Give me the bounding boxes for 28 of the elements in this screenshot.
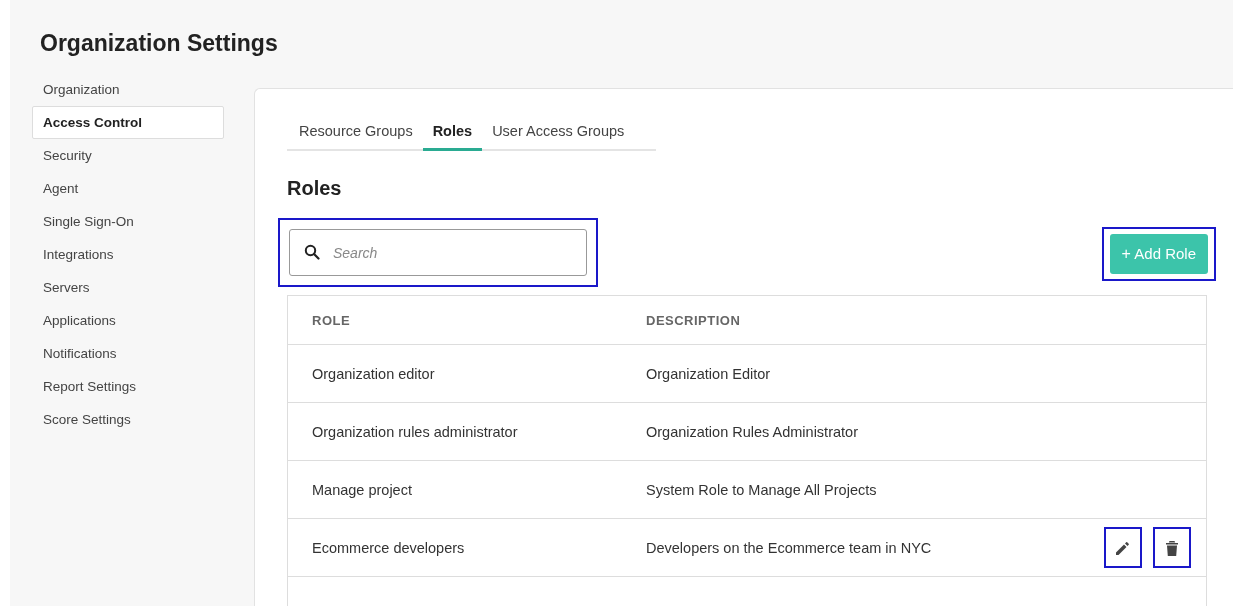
sidebar-item[interactable]: Notifications	[32, 337, 224, 370]
table-cell-text: System Role to Manage All Projects	[645, 481, 878, 498]
sidebar-item[interactable]: Single Sign-On	[32, 205, 224, 238]
tab[interactable]: User Access Groups	[482, 113, 635, 151]
table-cell-text: Organization rules administrator	[311, 423, 519, 440]
search-field[interactable]: Search	[289, 229, 587, 276]
page-title: Organization Settings	[39, 29, 279, 58]
tab[interactable]: Resource Groups	[287, 113, 423, 151]
sidebar-item[interactable]: Report Settings	[32, 370, 224, 403]
sidebar-item[interactable]: Score Settings	[32, 403, 224, 436]
sidebar-item[interactable]: Organization	[32, 73, 224, 106]
table-cell-text: Organization Rules Administrator	[645, 423, 859, 440]
section-title: Roles	[287, 177, 343, 200]
sidebar-item[interactable]: Servers	[32, 271, 224, 304]
sidebar-item[interactable]: Access Control	[32, 106, 224, 139]
table-cell-text: Developers on the Ecommerce team in NYC	[645, 539, 933, 556]
column-header: ROLE	[311, 312, 352, 328]
table-cell-text: Ecommerce developers	[311, 539, 466, 556]
table-cell-text: Organization Editor	[645, 365, 772, 382]
sidebar-item[interactable]: Applications	[32, 304, 224, 337]
column-header: DESCRIPTION	[645, 312, 742, 328]
table-cell-text: Manage project	[311, 481, 413, 498]
sidebar-item[interactable]: Agent	[32, 172, 224, 205]
sidebar-item[interactable]: Security	[32, 139, 224, 172]
sidebar-item[interactable]: Integrations	[32, 238, 224, 271]
table-cell-text: Organization editor	[311, 365, 436, 382]
tab[interactable]: Roles	[422, 113, 483, 151]
trash-icon[interactable]	[1165, 538, 1179, 557]
